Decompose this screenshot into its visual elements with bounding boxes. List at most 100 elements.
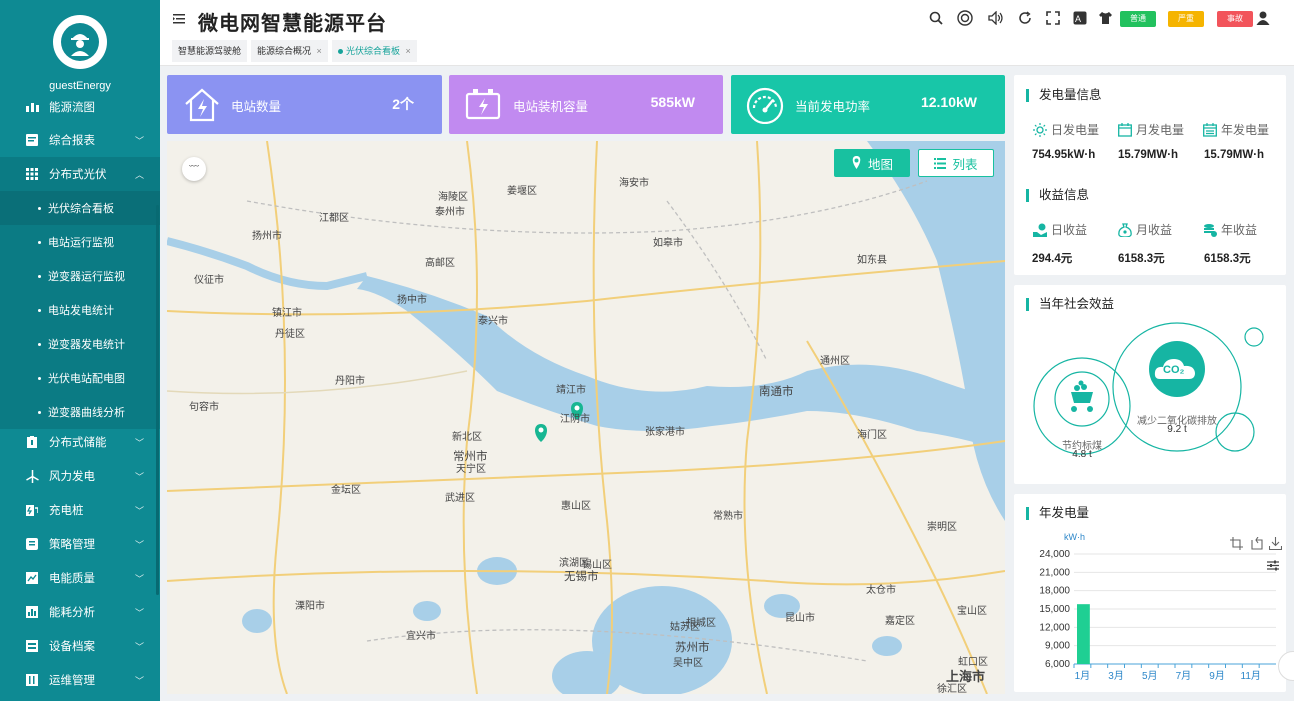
x-tick-label: 7月 — [1176, 670, 1192, 682]
tab-cockpit[interactable]: 智慧能源驾驶舱 — [172, 40, 248, 62]
username: guestEnergy — [49, 80, 111, 92]
sidebar-item-operations[interactable]: 运维管理 ﹀ — [0, 663, 160, 697]
map-place-label: 张家港市 — [645, 427, 685, 438]
user-icon[interactable] — [1255, 10, 1271, 26]
stat-label: 日收益 — [1051, 223, 1088, 237]
map-place-label: 南通市 — [759, 386, 794, 398]
help-ring-icon[interactable] — [957, 10, 973, 26]
header: 微电网智慧能源平台 智慧能源驾驶舱 能源综合概况 × 光伏综合看板 × A 普通… — [160, 0, 1294, 66]
sidebar-item-charging[interactable]: 充电桩 ﹀ — [0, 493, 160, 527]
daily-income-value: 294.4元 — [1032, 253, 1073, 265]
map-place-label: 海安市 — [619, 178, 649, 189]
sidebar-item-distributed-pv[interactable]: 分布式光伏 ︿ — [0, 157, 160, 191]
x-tick-label: 1月 — [1075, 670, 1091, 682]
tab-pv-dashboard[interactable]: 光伏综合看板 × — [332, 40, 417, 62]
yearly-income-label: 年收益 — [1203, 221, 1257, 238]
map-place-label: 常熟市 — [713, 511, 743, 522]
card-value: 2个 — [392, 96, 414, 112]
list-view-button[interactable]: 列表 — [918, 149, 994, 177]
sidebar-item-label: 能耗分析 — [49, 607, 95, 619]
subitem-label: 电站运行监视 — [48, 237, 114, 249]
map-place-label: 苏州市 — [675, 642, 710, 654]
sidebar-subitem-distribution-diagram[interactable]: 光伏电站配电图 — [0, 361, 160, 395]
chart-unit-label: kW·h — [1064, 532, 1085, 542]
panel-title: 年发电量 — [1026, 507, 1089, 520]
font-size-icon[interactable]: A — [1072, 10, 1088, 26]
sidebar-item-power-quality[interactable]: 电能质量 ﹀ — [0, 561, 160, 595]
fullscreen-icon[interactable] — [1045, 10, 1061, 26]
location-pin-icon — [852, 156, 861, 169]
stat-label: 月收益 — [1136, 223, 1173, 237]
map-place-label: 溧阳市 — [295, 601, 325, 612]
x-tick-label: 9月 — [1209, 670, 1225, 682]
sidebar-item-label: 电能质量 — [49, 573, 95, 585]
stat-card-capacity: 电站装机容量 585kW — [449, 75, 723, 134]
sidebar-subitem-pv-dashboard[interactable]: 光伏综合看板 — [0, 191, 160, 225]
tab-overview[interactable]: 能源综合概况 × — [251, 40, 328, 62]
sidebar-item-reports[interactable]: 综合报表 ﹀ — [0, 123, 160, 157]
sidebar-item-wind[interactable]: 风力发电 ﹀ — [0, 459, 160, 493]
map-place-label: 相城区 — [686, 618, 716, 629]
sidebar-subitem-inverter-monitor[interactable]: 逆变器运行监视 — [0, 259, 160, 293]
money-hand-icon — [1033, 223, 1047, 237]
map-place-label: 高邮区 — [425, 258, 455, 269]
sidebar-subitem-station-stats[interactable]: 电站发电统计 — [0, 293, 160, 327]
eye-closed-icon[interactable]: ﹋ — [182, 157, 206, 181]
charger-icon — [25, 503, 39, 517]
speaker-icon[interactable] — [988, 10, 1004, 26]
chevron-down-icon: ﹀ — [134, 608, 144, 618]
map-place-label: 新北区 — [452, 432, 482, 443]
sidebar-item-storage[interactable]: 分布式储能 ﹀ — [0, 425, 160, 459]
panel-title: 收益信息 — [1026, 189, 1089, 202]
alarm-normal-badge[interactable]: 普通 — [1120, 11, 1156, 27]
alarm-accident-badge[interactable]: 事故 — [1217, 11, 1253, 27]
annual-bar-chart: 6,000 9,000 12,000 15,000 18,000 21,000 24,000… — [1039, 549, 1276, 682]
y-tick-label: 9,000 — [1045, 641, 1070, 652]
map-view-button[interactable]: 地图 — [834, 149, 910, 177]
x-tick-label: 5月 — [1142, 670, 1158, 682]
report-icon — [25, 133, 39, 147]
map-place-label: 滨湖区 — [559, 558, 589, 569]
theme-shirt-icon[interactable] — [1097, 10, 1113, 26]
annual-generation-panel: 年发电量 kW·h 6,000 9,000 12,000 15,000 18,000 21… — [1014, 494, 1286, 692]
sidebar-item-strategy[interactable]: 策略管理 ﹀ — [0, 527, 160, 561]
map-place-label: 金坛区 — [331, 485, 361, 496]
close-icon[interactable]: × — [317, 46, 322, 56]
avatar[interactable] — [53, 15, 107, 69]
co2-icon-label: CO₂ — [1163, 364, 1185, 376]
map-place-label: 武进区 — [445, 493, 475, 504]
sidebar-item-label: 运维管理 — [49, 675, 95, 687]
search-icon[interactable] — [928, 10, 944, 26]
generation-info-panel: 发电量信息 日发电量 月发电量 年发电量 754.95kW·h 15.79MW·… — [1014, 75, 1286, 275]
sidebar-item-energy-flow[interactable]: 能源流图 — [0, 92, 160, 122]
monthly-income-label: 月收益 — [1118, 221, 1172, 238]
alarm-severe-badge[interactable]: 严重 — [1168, 11, 1204, 27]
bar-1月[interactable] — [1077, 604, 1090, 664]
sidebar-item-label: 能源流图 — [49, 102, 95, 114]
sidebar-scrollbar[interactable] — [156, 205, 159, 595]
y-tick-label: 24,000 — [1039, 549, 1070, 560]
sidebar-item-label: 分布式储能 — [49, 437, 107, 449]
map-place-label: 镇江市 — [272, 308, 302, 319]
sidebar-item-label: 分布式光伏 — [49, 169, 107, 181]
operations-icon — [25, 673, 39, 687]
sidebar-item-device-archive[interactable]: 设备档案 ﹀ — [0, 629, 160, 663]
map-place-label: 扬中市 — [397, 295, 427, 306]
sidebar-subitem-inverter-curve[interactable]: 逆变器曲线分析 — [0, 395, 160, 429]
close-icon[interactable]: × — [406, 46, 411, 56]
station-map[interactable]: 扬州市 江都区 泰州市 海陵区 姜堰区 海安市 如皋市 如东县 仪征市 高邮区 扬中市 镇江市 丹徒区 泰… — [167, 141, 1005, 694]
map-place-label: 宝山区 — [957, 606, 987, 617]
sun-icon — [1033, 122, 1047, 137]
subitem-label: 电站发电统计 — [48, 305, 114, 317]
sidebar-subitem-inverter-stats[interactable]: 逆变器发电统计 — [0, 327, 160, 361]
x-tick-label: 3月 — [1108, 670, 1124, 682]
menu-toggle-icon[interactable] — [173, 12, 187, 26]
sidebar-subitem-station-monitor[interactable]: 电站运行监视 — [0, 225, 160, 259]
map-place-label: 句容市 — [189, 402, 219, 413]
refresh-icon[interactable] — [1017, 10, 1033, 26]
sidebar-item-label: 风力发电 — [49, 471, 95, 483]
sidebar-item-energy-analysis[interactable]: 能耗分析 ﹀ — [0, 595, 160, 629]
badge-label: 事故 — [1227, 14, 1243, 23]
map-place-label: 惠山区 — [561, 501, 591, 512]
y-tick-label: 21,000 — [1039, 567, 1070, 578]
